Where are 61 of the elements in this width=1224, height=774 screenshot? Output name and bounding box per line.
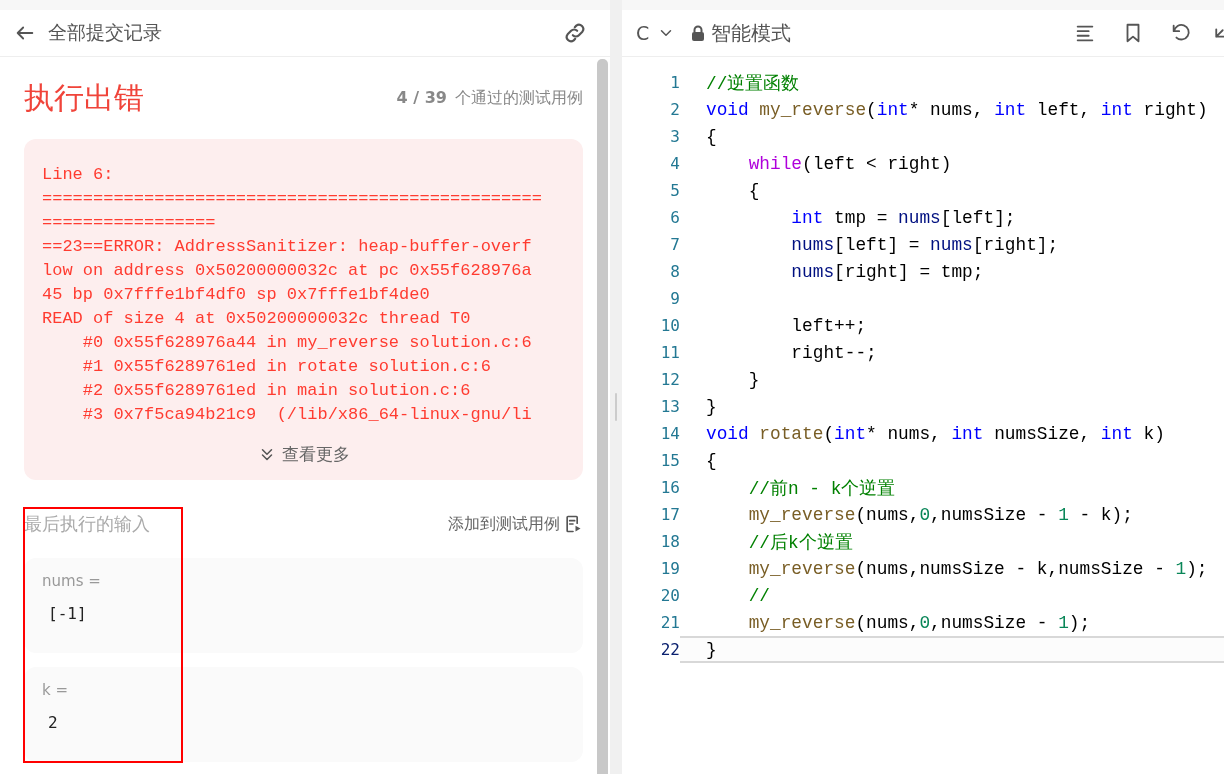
document-play-icon <box>563 513 583 535</box>
language-select[interactable]: C <box>636 22 682 44</box>
code-line: } <box>706 639 717 660</box>
line-number: 3 <box>669 127 680 146</box>
line-number: 4 <box>669 154 680 173</box>
code-line: nums[right] = tmp; <box>790 261 984 282</box>
line-number: 7 <box>669 235 680 254</box>
code-line: my_reverse(nums,0,numsSize - 1 - k); <box>747 504 1133 525</box>
scrollbar[interactable] <box>597 59 608 774</box>
line-number: 11 <box>659 343 680 362</box>
code-line: // <box>747 585 771 606</box>
show-more-button[interactable]: 查看更多 <box>257 443 350 466</box>
param-name: nums = <box>42 572 102 590</box>
line-number: 1 <box>669 73 680 92</box>
line-number: 6 <box>669 208 680 227</box>
resize-handle[interactable] <box>615 393 617 421</box>
code-line: //后k个逆置 <box>747 531 853 554</box>
line-number: 17 <box>659 505 680 524</box>
code-line: my_reverse(nums,numsSize - k,numsSize - 1); <box>747 558 1208 579</box>
line-number: 2 <box>669 100 680 119</box>
passed-label: 个通过的测试用例 <box>455 87 583 107</box>
code-line: while(left < right) <box>747 153 952 174</box>
header-title: 全部提交记录 <box>48 20 163 45</box>
code-line: } <box>747 369 760 390</box>
line-number: 8 <box>669 262 680 281</box>
add-to-testcase-link[interactable]: 添加到测试用例 <box>448 513 560 535</box>
code-line: right--; <box>790 342 877 363</box>
passed-count: 4 / 39 <box>396 87 447 107</box>
section-title: 最后执行的输入 <box>24 512 150 536</box>
code-line: nums[left] = nums[right]; <box>790 234 1059 255</box>
code-line: } <box>706 396 717 417</box>
code-line: { <box>747 180 760 201</box>
code-line: //前n - k个逆置 <box>747 477 896 500</box>
param-value: [-1] <box>47 604 88 623</box>
line-number: 9 <box>669 289 680 308</box>
line-number: 13 <box>659 397 680 416</box>
line-number: 21 <box>659 613 680 632</box>
line-number: 12 <box>659 370 680 389</box>
line-number: 19 <box>659 559 680 578</box>
line-number: 14 <box>659 424 680 443</box>
line-number: 15 <box>659 451 680 470</box>
code-line: void rotate(int* nums, int numsSize, int k) <box>706 423 1165 444</box>
line-number: 22 <box>659 640 680 659</box>
param-value: 2 <box>47 713 59 732</box>
error-message: Line 6: ================================================= ================= ==23==ERROR: AddressSanitizer: heap-buffer-overf low on address 0x50200000032c at pc 0x55f628976a 45 bp 0x7fffe1bf4df0 sp 0x7fffe1bf4de0 READ of size 4 at 0x50200000032c thread T0 #0 0x55f628976a44 in my_reverse solution.c:6 #1 0x55f6289761ed in rotate solution.c:6 #2 0x55f6289761ed in main solution.c:6 #3 0x7f5ca94b21c9 (/lib/x86_64-linux-gnu/li <box>42 164 543 426</box>
code-line: { <box>706 450 717 471</box>
result-status: 执行出错 <box>24 78 144 117</box>
code-line: my_reverse(nums,0,numsSize - 1); <box>747 612 1091 633</box>
lock-icon <box>691 25 706 41</box>
code-line: { <box>706 126 717 147</box>
line-number: 18 <box>659 532 680 551</box>
line-number: 5 <box>669 181 680 200</box>
line-number: 20 <box>659 586 680 605</box>
line-number: 10 <box>659 316 680 335</box>
code-line: left++; <box>790 315 867 336</box>
code-line: void my_reverse(int* nums, int left, int right) <box>706 99 1208 120</box>
code-line: //逆置函数 <box>706 72 800 95</box>
code-line: int tmp = nums[left]; <box>790 207 1016 228</box>
mode-label: 智能模式 <box>711 19 793 47</box>
line-number: 16 <box>659 478 680 497</box>
param-name: k = <box>42 681 70 699</box>
